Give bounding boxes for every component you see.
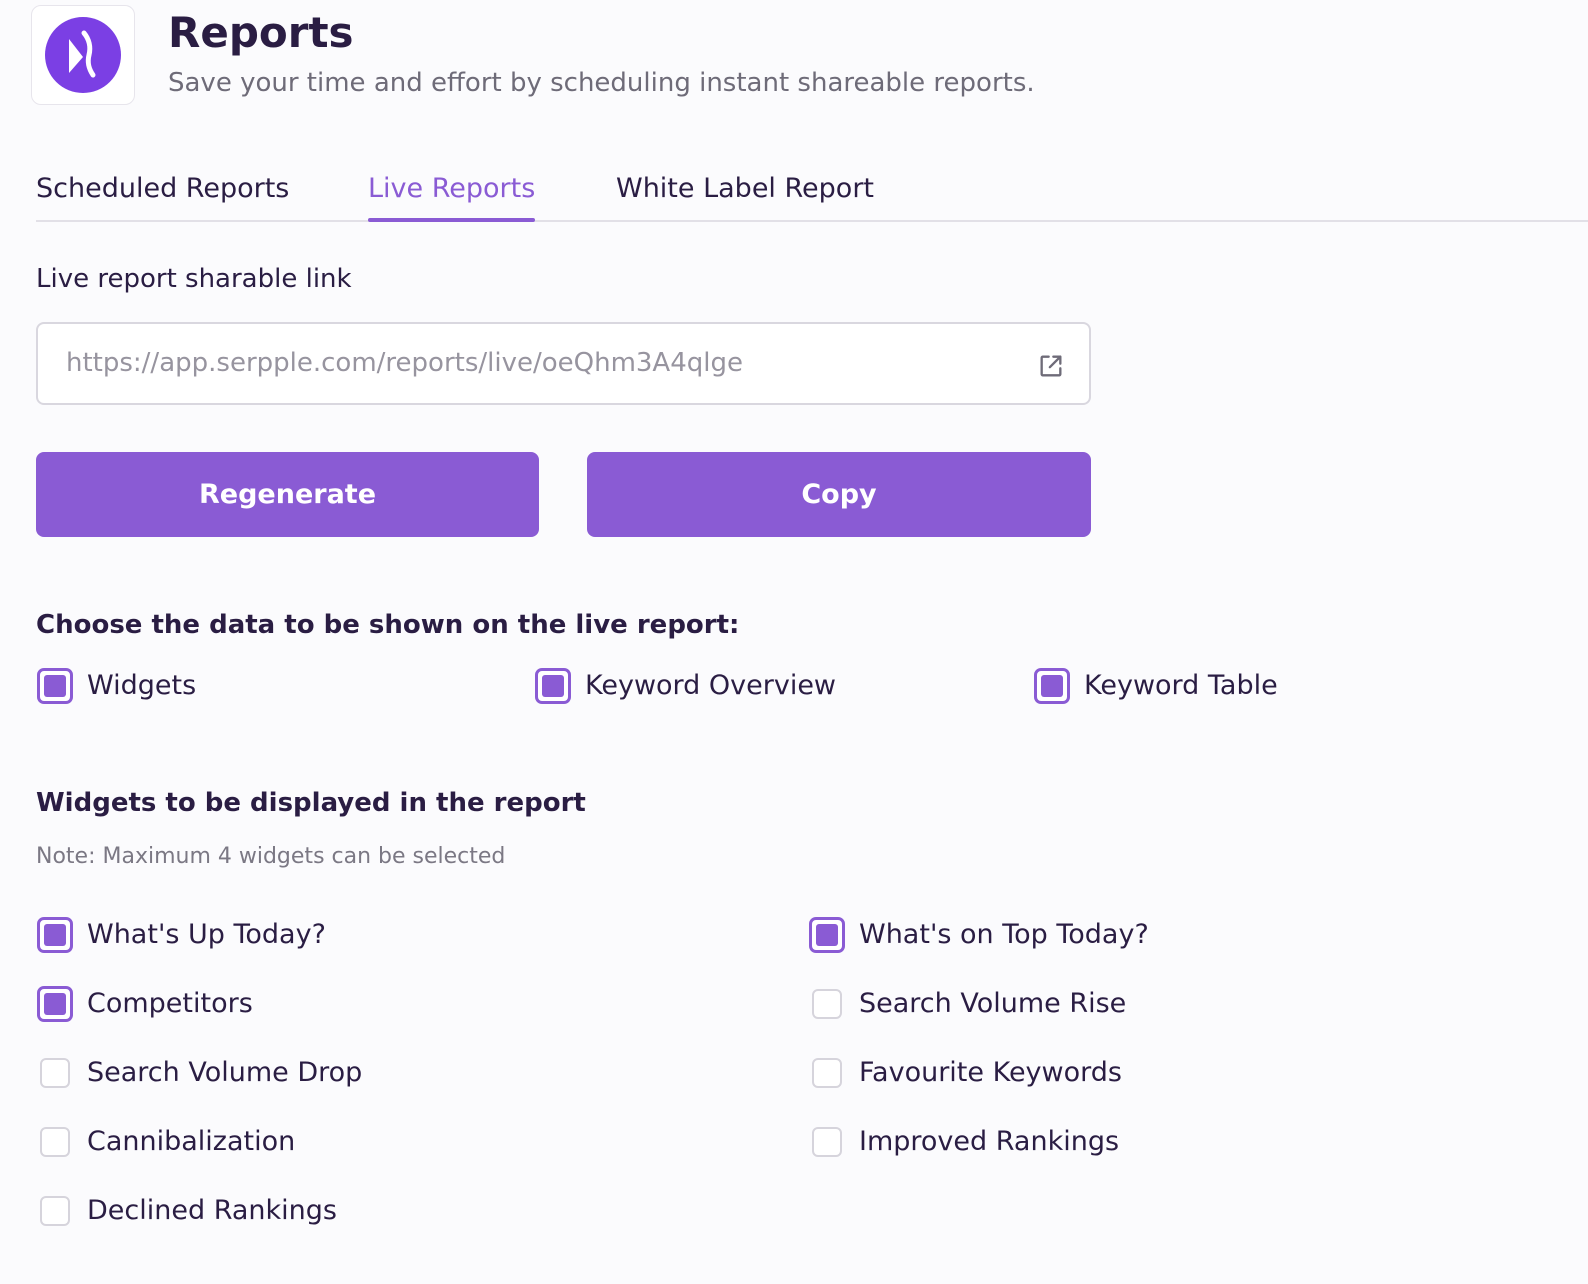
widget-label: Favourite Keywords — [859, 1057, 1122, 1088]
widget-search-volume-rise[interactable]: Search Volume Rise — [809, 984, 1126, 1024]
cannibalization-checkbox[interactable] — [40, 1127, 70, 1157]
keyword-table-checkbox[interactable] — [1034, 668, 1070, 704]
widget-whats-on-top-today[interactable]: What's on Top Today? — [809, 915, 1149, 955]
widget-label: Cannibalization — [87, 1126, 296, 1157]
tab-white-label-report[interactable]: White Label Report — [616, 170, 874, 208]
widget-whats-up-today[interactable]: What's Up Today? — [37, 915, 326, 955]
keyword-overview-checkbox[interactable] — [535, 668, 571, 704]
competitors-checkbox[interactable] — [37, 986, 73, 1022]
widget-search-volume-drop[interactable]: Search Volume Drop — [37, 1053, 362, 1093]
option-label: Widgets — [87, 670, 197, 701]
widget-declined-rankings[interactable]: Declined Rankings — [37, 1191, 337, 1231]
report-tabs: Scheduled Reports Live Reports White Lab… — [36, 160, 1588, 222]
regenerate-button[interactable]: Regenerate — [36, 452, 539, 537]
page-subtitle: Save your time and effort by scheduling … — [168, 68, 1035, 98]
widget-label: Search Volume Drop — [87, 1057, 363, 1088]
widget-competitors[interactable]: Competitors — [37, 984, 253, 1024]
search-volume-rise-checkbox[interactable] — [812, 989, 842, 1019]
widgets-note: Note: Maximum 4 widgets can be selected — [36, 844, 506, 869]
reports-page: Reports Save your time and effort by sch… — [0, 0, 1588, 1284]
favourite-keywords-checkbox[interactable] — [812, 1058, 842, 1088]
widget-label: Competitors — [87, 988, 253, 1019]
search-volume-drop-checkbox[interactable] — [40, 1058, 70, 1088]
option-keyword-overview[interactable]: Keyword Overview — [535, 666, 836, 706]
tab-live-reports[interactable]: Live Reports — [368, 170, 536, 222]
widgets-checkbox[interactable] — [37, 668, 73, 704]
widget-label: What's on Top Today? — [859, 919, 1149, 950]
option-label: Keyword Table — [1084, 670, 1278, 701]
live-link-field[interactable]: https://app.serpple.com/reports/live/oeQ… — [36, 322, 1091, 405]
whats-up-today-checkbox[interactable] — [37, 917, 73, 953]
option-widgets[interactable]: Widgets — [37, 666, 196, 706]
widget-label: Declined Rankings — [87, 1195, 337, 1226]
option-keyword-table[interactable]: Keyword Table — [1034, 666, 1278, 706]
live-link-label: Live report sharable link — [36, 264, 352, 294]
option-label: Keyword Overview — [585, 670, 837, 701]
live-link-url: https://app.serpple.com/reports/live/oeQ… — [66, 348, 743, 378]
widget-label: What's Up Today? — [87, 919, 326, 950]
external-link-icon[interactable] — [1037, 352, 1065, 380]
serpple-logo-icon — [45, 17, 121, 93]
widget-cannibalization[interactable]: Cannibalization — [37, 1122, 295, 1162]
page-title: Reports — [168, 8, 354, 57]
copy-button[interactable]: Copy — [587, 452, 1091, 537]
widgets-section-heading: Widgets to be displayed in the report — [36, 788, 586, 818]
whats-on-top-today-checkbox[interactable] — [809, 917, 845, 953]
widget-label: Improved Rankings — [859, 1126, 1120, 1157]
widget-label: Search Volume Rise — [859, 988, 1127, 1019]
widget-favourite-keywords[interactable]: Favourite Keywords — [809, 1053, 1122, 1093]
declined-rankings-checkbox[interactable] — [40, 1196, 70, 1226]
tab-scheduled-reports[interactable]: Scheduled Reports — [36, 170, 289, 208]
improved-rankings-checkbox[interactable] — [812, 1127, 842, 1157]
app-logo — [31, 5, 135, 105]
widget-improved-rankings[interactable]: Improved Rankings — [809, 1122, 1119, 1162]
data-section-heading: Choose the data to be shown on the live … — [36, 610, 740, 640]
